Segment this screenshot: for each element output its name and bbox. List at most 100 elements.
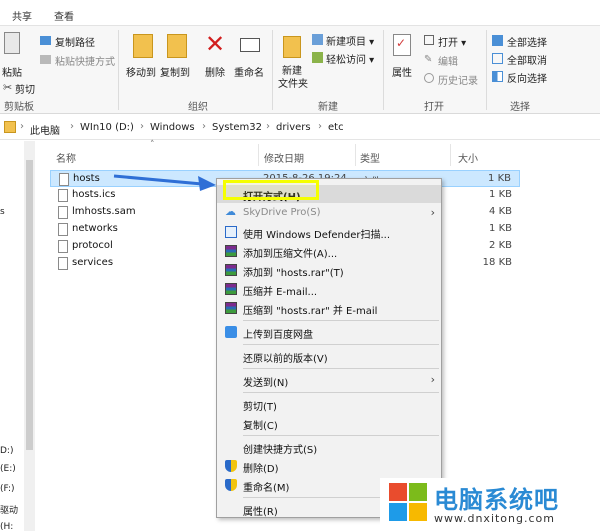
open-button[interactable]: 打开 ▾ xyxy=(438,34,466,49)
menu-item-compress-rar-email[interactable]: 压缩到 "hosts.rar" 并 E-mail xyxy=(217,299,441,317)
breadcrumb-system32[interactable]: System32 xyxy=(212,122,262,133)
copy-to-icon xyxy=(167,34,187,58)
scissors-icon: ✂ xyxy=(3,81,13,94)
chevron-right-icon: › xyxy=(20,121,24,132)
nav-item[interactable]: D:) xyxy=(0,446,13,456)
file-size: 4 KB xyxy=(489,206,512,217)
menu-item-restore-versions[interactable]: 还原以前的版本(V) xyxy=(217,347,441,365)
edit-button[interactable]: 编辑 xyxy=(438,53,458,68)
ribbon: 粘贴 复制路径 粘贴快捷方式 ✂ 剪切 剪贴板 移动到 复制到 ✕ 删除 重命名… xyxy=(0,26,600,114)
menu-item-label: 压缩并 E-mail... xyxy=(243,287,318,298)
file-size: 1 KB xyxy=(489,189,512,200)
breadcrumb-drivers[interactable]: drivers xyxy=(276,122,311,133)
menu-item-label: SkyDrive Pro(S) xyxy=(243,207,321,218)
column-header-type[interactable]: 类型 xyxy=(360,150,380,165)
paste-shortcut-button[interactable]: 粘贴快捷方式 xyxy=(55,53,115,68)
menu-item-add-archive[interactable]: 添加到压缩文件(A)... xyxy=(217,242,441,260)
column-header-name[interactable]: 名称 xyxy=(56,150,76,165)
nav-item[interactable]: (H: xyxy=(0,522,13,531)
select-none-icon xyxy=(492,53,503,64)
winrar-icon xyxy=(225,264,237,276)
column-divider[interactable] xyxy=(450,144,451,166)
menu-item-label: 剪切(T) xyxy=(243,402,277,413)
delete-button[interactable]: 删除 xyxy=(205,64,225,79)
menu-item-defender-scan[interactable]: 使用 Windows Defender扫描... xyxy=(217,223,441,241)
menu-item-label: 使用 Windows Defender扫描... xyxy=(243,230,391,241)
menu-separator xyxy=(243,344,439,345)
new-item-button[interactable]: 新建项目 ▾ xyxy=(326,33,374,48)
menu-item-compress-email[interactable]: 压缩并 E-mail... xyxy=(217,280,441,298)
menu-item-cut[interactable]: 剪切(T) xyxy=(217,395,441,413)
chevron-right-icon: › xyxy=(70,121,74,132)
select-none-button[interactable]: 全部取消 xyxy=(507,52,547,67)
file-size: 2 KB xyxy=(489,240,512,251)
menu-item-delete[interactable]: 删除(D) xyxy=(217,457,441,475)
menu-separator xyxy=(243,368,439,369)
chevron-right-icon: › xyxy=(202,121,206,132)
invert-selection-button[interactable]: 反向选择 xyxy=(507,70,547,85)
breadcrumb-this-pc[interactable]: 此电脑 xyxy=(30,122,60,137)
group-divider xyxy=(486,30,487,110)
file-name: hosts xyxy=(73,173,100,184)
cut-button[interactable]: 剪切 xyxy=(15,81,35,96)
nav-item[interactable]: s xyxy=(0,207,5,217)
tab-view[interactable]: 查看 xyxy=(54,8,74,23)
menu-item-label: 添加到压缩文件(A)... xyxy=(243,249,338,260)
file-size: 1 KB xyxy=(488,173,511,184)
menu-separator xyxy=(243,320,439,321)
file-name: hosts.ics xyxy=(72,189,116,200)
history-button[interactable]: 历史记录 xyxy=(438,72,478,87)
delete-icon: ✕ xyxy=(205,30,226,58)
watermark: 电脑系统吧 www.dnxitong.com xyxy=(380,478,600,531)
column-header-date[interactable]: 修改日期 xyxy=(264,150,304,165)
nav-item[interactable]: (F:) xyxy=(0,484,15,494)
easy-access-icon xyxy=(312,52,323,63)
watermark-title: 电脑系统吧 xyxy=(434,486,559,514)
watermark-url: www.dnxitong.com xyxy=(434,512,555,525)
menu-item-send-to[interactable]: 发送到(N) › xyxy=(217,371,441,389)
easy-access-button[interactable]: 轻松访问 ▾ xyxy=(326,51,374,66)
nav-item[interactable]: 驱动 xyxy=(0,503,18,516)
menu-item-copy[interactable]: 复制(C) xyxy=(217,414,441,432)
menu-item-add-rar[interactable]: 添加到 "hosts.rar"(T) xyxy=(217,261,441,279)
menu-item-skydrive[interactable]: ☁ SkyDrive Pro(S) › xyxy=(217,204,441,222)
tab-share[interactable]: 共享 xyxy=(12,8,32,23)
scrollbar-thumb[interactable] xyxy=(26,160,33,450)
group-divider xyxy=(383,30,384,110)
nav-item[interactable]: (E:) xyxy=(0,464,16,474)
menu-item-create-shortcut[interactable]: 创建快捷方式(S) xyxy=(217,438,441,456)
properties-button[interactable]: 属性 xyxy=(392,64,412,79)
windows-logo-icon xyxy=(389,483,427,521)
select-all-icon xyxy=(492,35,503,46)
column-header-size[interactable]: 大小 xyxy=(458,150,478,165)
pointer-arrow-icon xyxy=(113,174,216,191)
column-divider[interactable] xyxy=(355,144,356,166)
breadcrumb-windows[interactable]: Windows xyxy=(150,122,195,133)
menu-item-upload-baidu[interactable]: 上传到百度网盘 xyxy=(217,323,441,341)
file-icon xyxy=(58,257,68,270)
file-size: 18 KB xyxy=(482,257,512,268)
paste-button[interactable]: 粘贴 xyxy=(2,64,22,79)
copy-path-button[interactable]: 复制路径 xyxy=(55,34,95,49)
rename-button[interactable]: 重命名 xyxy=(234,64,264,79)
group-divider xyxy=(118,30,119,110)
paste-shortcut-icon xyxy=(40,55,51,64)
column-divider[interactable] xyxy=(258,144,259,166)
file-icon xyxy=(58,223,68,236)
breadcrumb-drive[interactable]: WIn10 (D:) xyxy=(80,122,134,133)
winrar-icon xyxy=(225,302,237,314)
paste-icon xyxy=(4,32,20,54)
new-folder-button-line2[interactable]: 文件夹 xyxy=(278,75,308,90)
chevron-right-icon: › xyxy=(318,121,322,132)
copy-to-button[interactable]: 复制到 xyxy=(160,64,190,79)
sort-up-icon: ˄ xyxy=(150,140,155,150)
breadcrumb-etc[interactable]: etc xyxy=(328,122,344,133)
menu-item-label: 创建快捷方式(S) xyxy=(243,445,318,456)
address-bar[interactable]: › 此电脑 › WIn10 (D:) › Windows › System32 … xyxy=(0,116,600,140)
uac-shield-icon xyxy=(225,460,237,472)
chevron-right-icon: › xyxy=(430,373,435,386)
move-to-button[interactable]: 移动到 xyxy=(126,64,156,79)
menu-item-label: 重命名(M) xyxy=(243,483,290,494)
new-group-label: 新建 xyxy=(318,102,338,113)
select-all-button[interactable]: 全部选择 xyxy=(507,34,547,49)
